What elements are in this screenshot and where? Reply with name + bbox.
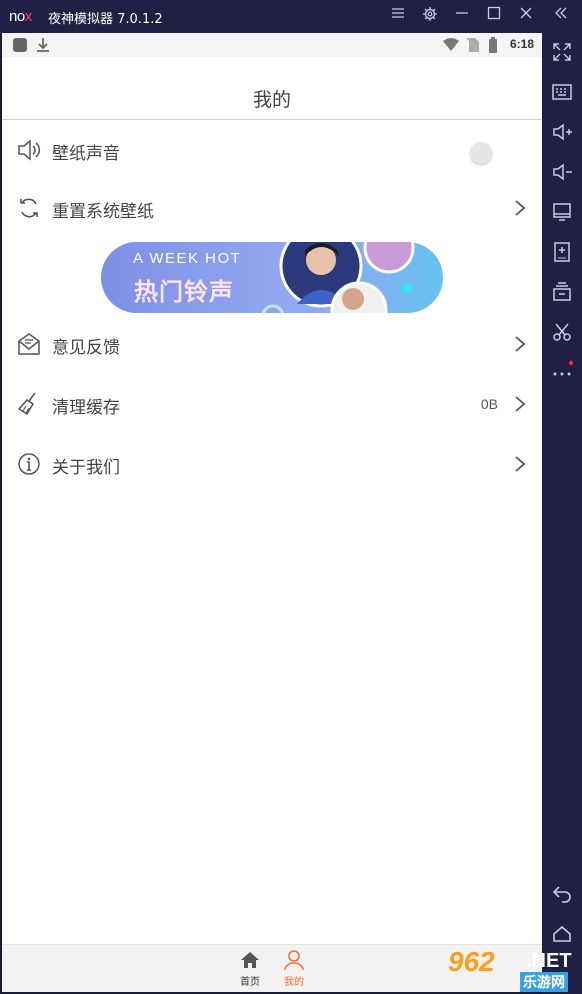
tab-label: 我的 xyxy=(284,977,304,988)
scissors-icon[interactable] xyxy=(550,320,574,344)
no-sim-icon xyxy=(466,37,480,53)
menu-item-about-us[interactable]: 关于我们 xyxy=(2,435,542,493)
wifi-icon xyxy=(443,38,459,51)
page-header: 我的 xyxy=(2,57,542,120)
banner-artwork xyxy=(261,242,415,313)
close-icon[interactable] xyxy=(516,6,536,26)
watermark-site: 乐游网 xyxy=(520,972,568,992)
collapse-icon[interactable] xyxy=(551,6,571,26)
page-title: 我的 xyxy=(252,89,291,111)
status-bar: 6:18 xyxy=(2,33,542,57)
broom-icon xyxy=(17,392,36,416)
menu-item-label: 清理缓存 xyxy=(52,398,120,418)
home-icon xyxy=(241,952,259,968)
minimize-icon[interactable] xyxy=(452,6,472,26)
cache-size-value: 0B xyxy=(480,396,498,412)
add-apk-icon[interactable] xyxy=(550,240,574,264)
site-watermark: 962 .NET 乐游网 xyxy=(444,946,580,992)
chevron-right-icon xyxy=(515,396,526,412)
hot-ringtones-banner[interactable]: A WEEK HOT 热门铃声 xyxy=(101,242,443,313)
menu-item-label: 意见反馈 xyxy=(52,338,120,358)
tab-label: 首页 xyxy=(240,977,260,988)
battery-icon xyxy=(489,37,497,53)
chevron-right-icon xyxy=(515,200,526,216)
tab-home[interactable]: 首页 xyxy=(230,949,270,991)
status-time: 6:18 xyxy=(509,37,534,51)
screen-icon[interactable] xyxy=(550,200,574,224)
info-icon xyxy=(18,453,40,475)
feedback-icon xyxy=(18,333,40,355)
emulator-sidebar xyxy=(542,33,582,994)
keyboard-icon[interactable] xyxy=(550,80,574,104)
tab-profile[interactable]: 我的 xyxy=(274,949,314,991)
emulator-titlebar: nox 夜神模拟器 7.0.1.2 xyxy=(0,0,582,33)
fullscreen-icon[interactable] xyxy=(550,40,574,64)
menu-item-reset-wallpaper[interactable]: 重置系统壁纸 xyxy=(2,179,542,237)
settings-icon[interactable] xyxy=(420,6,440,26)
more-icon[interactable] xyxy=(550,360,574,384)
multi-instance-icon[interactable] xyxy=(550,280,574,304)
refresh-icon xyxy=(20,198,38,218)
menu-item-clear-cache[interactable]: 清理缓存 0B xyxy=(2,375,542,433)
profile-icon xyxy=(284,950,304,971)
menu-item-label: 关于我们 xyxy=(52,458,120,478)
home-icon[interactable] xyxy=(550,922,574,946)
volume-up-icon[interactable] xyxy=(550,120,574,144)
menu-icon[interactable] xyxy=(388,6,408,26)
watermark-suffix: .NET xyxy=(526,950,572,972)
speaker-icon xyxy=(18,139,41,161)
menu-item-feedback[interactable]: 意见反馈 xyxy=(2,315,542,373)
download-icon xyxy=(37,38,49,52)
phone-screen: 6:18 我的 壁纸声音 重置系统壁纸 A WEEK HOT 热门铃声 意见反馈… xyxy=(2,33,542,992)
chevron-right-icon xyxy=(515,336,526,352)
nox-logo: nox xyxy=(9,8,32,25)
maximize-icon[interactable] xyxy=(484,6,504,26)
app-notification-icon xyxy=(13,38,27,52)
window-title: 夜神模拟器 7.0.1.2 xyxy=(48,12,163,27)
volume-down-icon[interactable] xyxy=(550,160,574,184)
wallpaper-sound-toggle[interactable] xyxy=(470,142,492,164)
menu-item-label: 重置系统壁纸 xyxy=(52,202,154,222)
watermark-number: 962 xyxy=(448,946,495,977)
chevron-right-icon xyxy=(515,456,526,472)
menu-item-wallpaper-sound[interactable]: 壁纸声音 xyxy=(2,121,542,179)
back-icon[interactable] xyxy=(550,882,574,906)
menu-item-label: 壁纸声音 xyxy=(52,144,120,164)
